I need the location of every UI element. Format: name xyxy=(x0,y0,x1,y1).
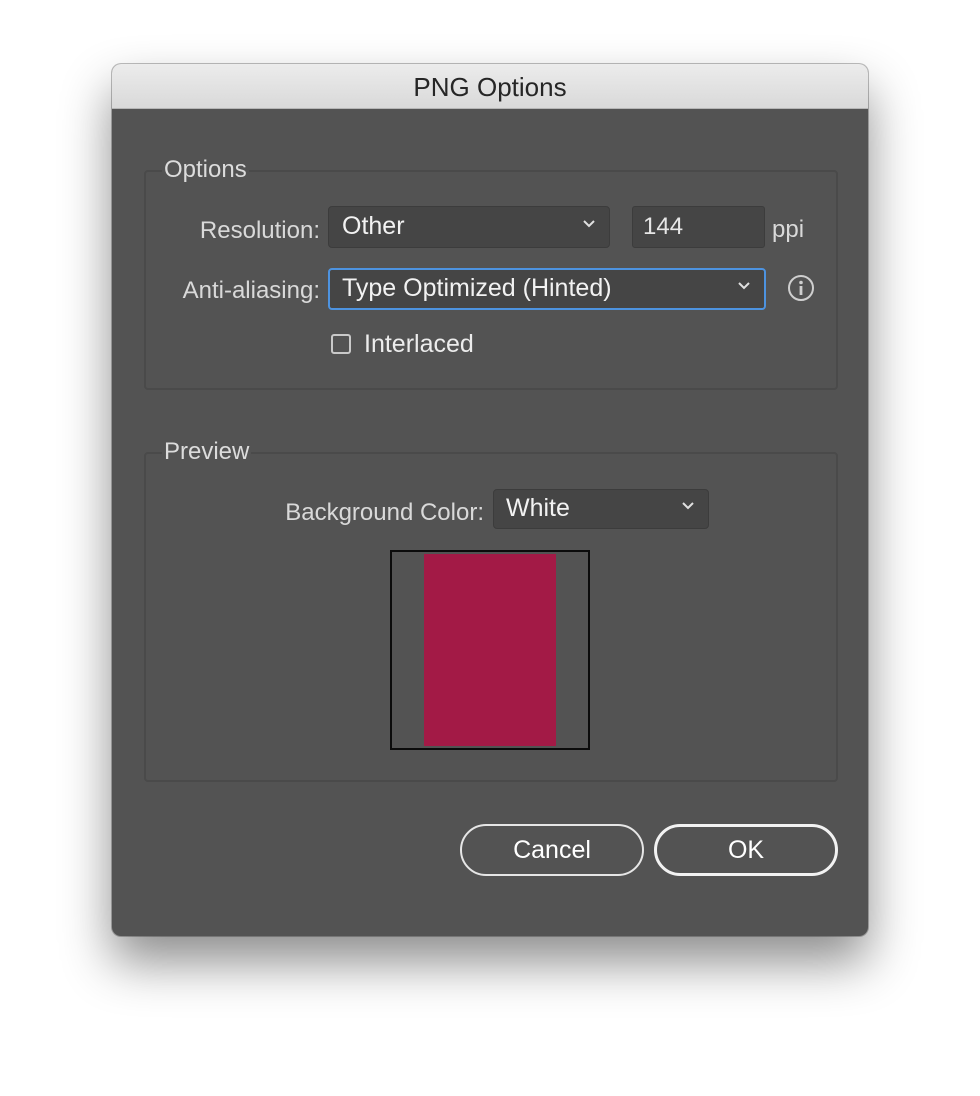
dialog-title: PNG Options xyxy=(413,72,567,102)
title-bar[interactable]: PNG Options xyxy=(112,64,868,109)
options-group-label: Options xyxy=(162,156,249,184)
background-color-select[interactable]: White xyxy=(493,489,709,529)
preview-page xyxy=(424,554,556,746)
preview-group-label: Preview xyxy=(162,438,252,466)
interlaced-label[interactable]: Interlaced xyxy=(364,330,474,359)
ppi-unit-label: ppi xyxy=(772,216,805,243)
resolution-label: Resolution: xyxy=(199,217,320,244)
resolution-select-value: Other xyxy=(342,212,405,240)
background-color-label: Background Color: xyxy=(285,499,484,526)
resolution-ppi-input[interactable]: 144 xyxy=(632,206,765,248)
interlaced-checkbox[interactable] xyxy=(331,334,351,354)
ok-button[interactable]: OK xyxy=(654,824,838,876)
resolution-ppi-value: 144 xyxy=(643,213,684,240)
chevron-down-icon xyxy=(738,282,750,290)
antialiasing-label: Anti-aliasing: xyxy=(182,277,320,304)
png-options-dialog: PNG Options Options Resolution: Other 14… xyxy=(112,64,868,936)
preview-thumbnail xyxy=(390,550,590,750)
antialiasing-select-value: Type Optimized (Hinted) xyxy=(342,274,612,302)
chevron-down-icon xyxy=(682,502,694,510)
cancel-button[interactable]: Cancel xyxy=(460,824,644,876)
chevron-down-icon xyxy=(583,220,595,228)
antialiasing-select[interactable]: Type Optimized (Hinted) xyxy=(328,268,766,310)
resolution-select[interactable]: Other xyxy=(328,206,610,248)
background-color-select-value: White xyxy=(506,494,570,522)
info-circle-icon[interactable] xyxy=(787,274,815,302)
